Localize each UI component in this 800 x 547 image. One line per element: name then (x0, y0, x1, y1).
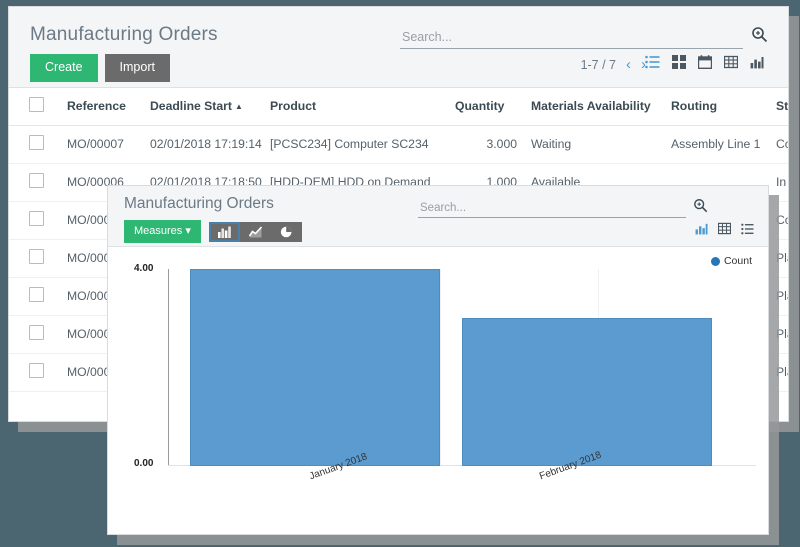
view-switcher (645, 55, 764, 69)
cell-quantity: 3.000 (455, 126, 525, 164)
cell-state: Confirmed (776, 126, 789, 164)
pager: 1-7 / 7 ‹ › (581, 57, 646, 72)
chart-type-switcher (209, 222, 302, 242)
screen: Manufacturing Orders Create Import 1-7 /… (0, 0, 800, 547)
row-checkbox[interactable] (29, 287, 44, 302)
table-header-row: Reference Deadline Start▲ Product Quanti… (9, 88, 789, 126)
row-checkbox[interactable] (29, 173, 44, 188)
column-header-deadline-start-label: Deadline Start (150, 99, 232, 113)
cell-state: Confirmed (776, 202, 789, 240)
row-checkbox[interactable] (29, 135, 44, 150)
row-checkbox[interactable] (29, 211, 44, 226)
graph-search-bar (418, 198, 708, 218)
cell-product: [PCSC234] Computer SC234 (270, 126, 455, 164)
cell-deadline-start: 02/01/2018 17:19:14 (150, 126, 270, 164)
calendar-view-icon[interactable] (698, 55, 712, 69)
graph-view-icon[interactable] (695, 222, 708, 235)
graph-page-title: Manufacturing Orders (124, 195, 274, 213)
row-select-cell (9, 202, 67, 240)
legend-color-swatch (711, 257, 720, 266)
bar-january-2018[interactable] (190, 269, 440, 466)
measures-dropdown-button[interactable]: Measures ▾ (124, 220, 201, 243)
row-select-cell (9, 278, 67, 316)
row-select-cell (9, 316, 67, 354)
y-axis-line (168, 269, 169, 465)
page-title: Manufacturing Orders (30, 24, 218, 46)
kanban-view-icon[interactable] (672, 55, 686, 69)
select-all-header (9, 88, 67, 126)
cell-state: In Progress (776, 164, 789, 202)
table-row[interactable]: MO/0000702/01/2018 17:19:14[PCSC234] Com… (9, 126, 789, 164)
pager-prev-icon[interactable]: ‹ (626, 57, 631, 72)
line-chart-icon[interactable] (240, 222, 271, 242)
graph-search-input[interactable] (418, 202, 686, 218)
sort-asc-icon: ▲ (235, 102, 243, 111)
row-select-cell (9, 240, 67, 278)
search-bar (400, 26, 768, 49)
search-icon[interactable] (751, 26, 768, 48)
select-all-checkbox[interactable] (29, 97, 44, 112)
chart-gridline (440, 269, 441, 465)
graph-header: Manufacturing Orders Measures ▾ (108, 186, 768, 247)
measures-label: Measures (134, 225, 182, 237)
y-axis-tick-top: 4.00 (134, 263, 153, 274)
cell-state: Planned (776, 316, 789, 354)
action-button-row: Create Import (30, 54, 170, 82)
graph-toolbar: Measures ▾ (124, 220, 302, 243)
cell-routing: Assembly Line 1 (671, 126, 776, 164)
cell-materials-availability: Waiting (525, 126, 671, 164)
list-header: Manufacturing Orders Create Import 1-7 /… (9, 7, 788, 88)
bar-february-2018[interactable] (462, 318, 712, 466)
y-axis-tick-bottom: 0.00 (134, 458, 153, 469)
legend-label-count: Count (724, 255, 752, 267)
pivot-view-icon[interactable] (718, 222, 731, 235)
list-view-icon[interactable] (741, 223, 754, 235)
cell-state: Planned (776, 278, 789, 316)
create-button[interactable]: Create (30, 54, 98, 82)
pager-range: 1-7 / 7 (581, 58, 616, 72)
column-header-product[interactable]: Product (270, 88, 455, 126)
graph-view-switcher (695, 222, 754, 235)
bar-chart-icon[interactable] (209, 222, 240, 242)
cell-state: Planned (776, 354, 789, 392)
graph-search-icon[interactable] (693, 198, 708, 218)
search-input[interactable] (400, 30, 743, 49)
pivot-view-icon[interactable] (724, 55, 738, 69)
column-header-reference[interactable]: Reference (67, 88, 150, 126)
pie-chart-icon[interactable] (271, 222, 302, 242)
list-view-icon[interactable] (645, 55, 660, 69)
row-checkbox[interactable] (29, 363, 44, 378)
manufacturing-orders-graph-window: Manufacturing Orders Measures ▾ (107, 185, 769, 535)
column-header-quantity[interactable]: Quantity (455, 88, 525, 126)
row-select-cell (9, 164, 67, 202)
import-button[interactable]: Import (105, 54, 170, 82)
graph-view-icon[interactable] (750, 55, 764, 69)
column-header-routing[interactable]: Routing (671, 88, 776, 126)
row-select-cell (9, 126, 67, 164)
cell-reference: MO/00007 (67, 126, 150, 164)
chart-legend: Count (711, 255, 752, 267)
column-header-state[interactable]: State (776, 88, 789, 126)
column-header-materials-availability[interactable]: Materials Availability (525, 88, 671, 126)
row-select-cell (9, 354, 67, 392)
row-checkbox[interactable] (29, 325, 44, 340)
bar-chart: Count 4.00 0.00 January 2018 February 20… (108, 247, 768, 534)
cell-state: Planned (776, 240, 789, 278)
chevron-down-icon: ▾ (185, 225, 191, 237)
column-header-deadline-start[interactable]: Deadline Start▲ (150, 88, 270, 126)
table-header: Reference Deadline Start▲ Product Quanti… (9, 88, 789, 126)
row-checkbox[interactable] (29, 249, 44, 264)
